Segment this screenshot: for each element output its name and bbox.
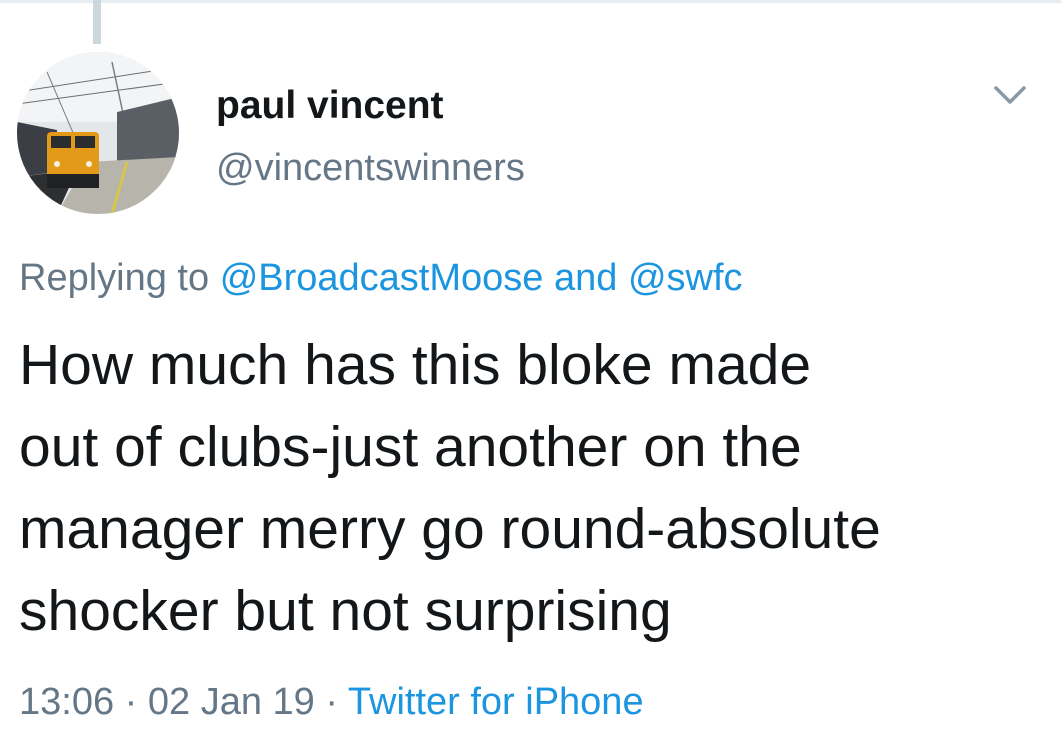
thread-connector-line: [93, 0, 101, 44]
tweet-menu-button[interactable]: [990, 80, 1030, 110]
tweet-text-line: out of clubs-just another on the: [19, 415, 802, 479]
avatar[interactable]: [17, 52, 179, 214]
tweet-meta: 13:06 · 02 Jan 19 · Twitter for iPhone: [19, 680, 644, 724]
chevron-down-icon: [994, 86, 1026, 104]
tweet-date[interactable]: 02 Jan 19: [148, 681, 315, 723]
meta-separator: ·: [325, 681, 339, 723]
display-name[interactable]: paul vincent: [216, 84, 444, 128]
tweet-body: How much has this bloke made out of club…: [19, 324, 1049, 652]
tweet-text-line: manager merry go round-absolute: [19, 497, 881, 561]
user-handle[interactable]: @vincentswinners: [216, 146, 525, 190]
tweet-time[interactable]: 13:06: [19, 681, 114, 723]
mention-swfc[interactable]: @swfc: [628, 257, 743, 299]
top-divider: [0, 0, 1061, 3]
tweet-text-line: shocker but not surprising: [19, 579, 672, 643]
tweet-source-link[interactable]: Twitter for iPhone: [348, 681, 644, 723]
replying-to-line: Replying to @BroadcastMoose and @swfc: [19, 256, 743, 300]
train-photo-avatar-icon: [17, 52, 179, 214]
replying-to-label: Replying to: [19, 257, 210, 299]
tweet-text-line: How much has this bloke made: [19, 333, 812, 397]
mention-broadcastmoose[interactable]: @BroadcastMoose: [220, 257, 544, 299]
mention-conjunction[interactable]: and: [554, 257, 617, 299]
meta-separator: ·: [124, 681, 138, 723]
